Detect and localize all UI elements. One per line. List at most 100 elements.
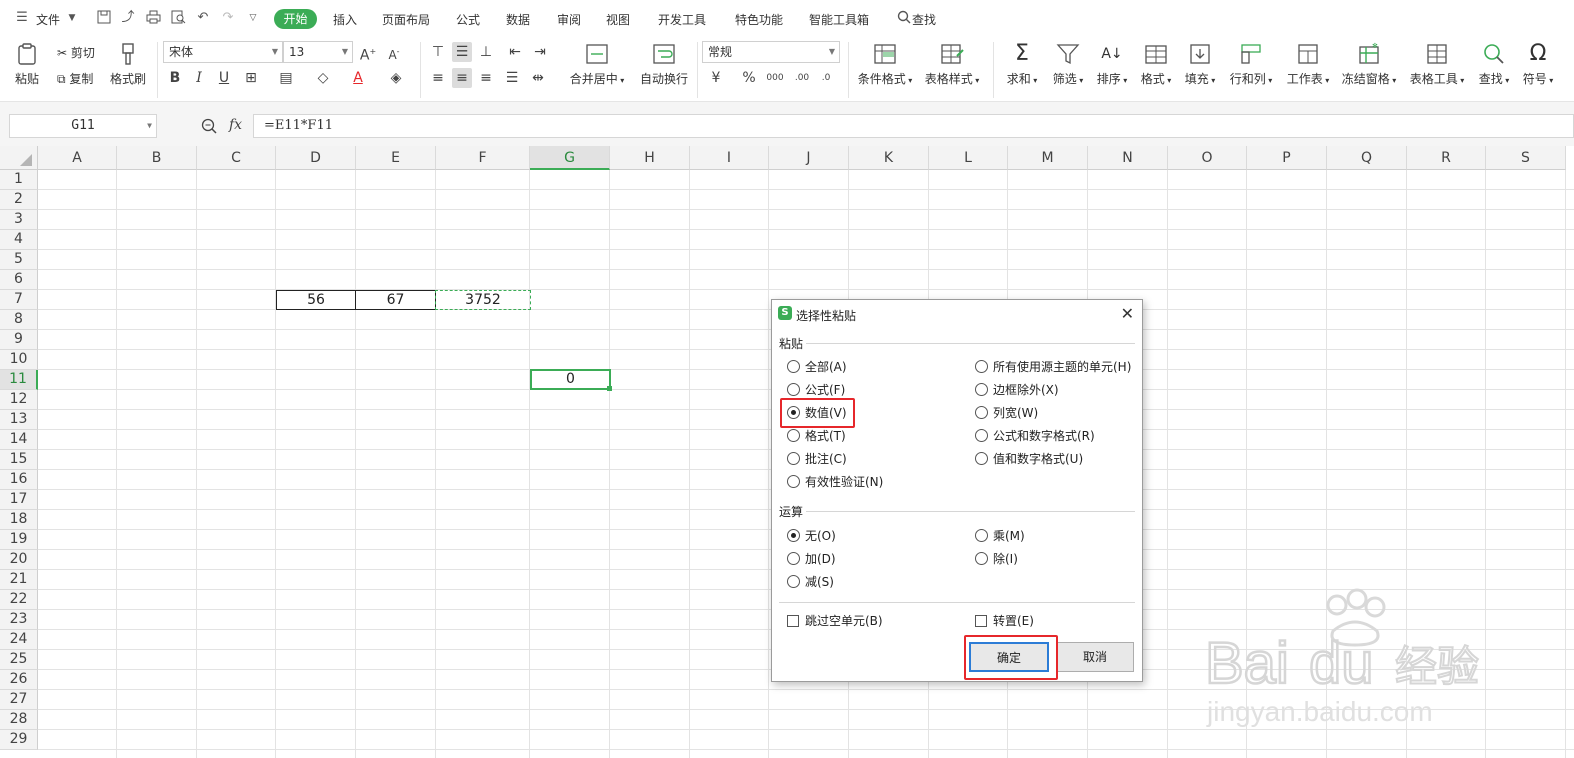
row-header-21[interactable]: 21 [0,570,38,590]
paste-button[interactable]: 粘贴 [10,42,44,87]
merge-center-button[interactable]: 合并居中 ▾ [566,42,628,87]
radio-op-add[interactable]: 加(D) [787,551,836,567]
decrease-font-icon[interactable]: A- [384,42,404,62]
export-icon[interactable]: ⤴ [120,10,136,26]
eraser-icon[interactable]: ◈ [386,68,406,88]
row-header-9[interactable]: 9 [0,330,38,350]
column-header-B[interactable]: B [117,146,197,170]
column-header-L[interactable]: L [929,146,1008,170]
column-header-E[interactable]: E [356,146,436,170]
menu-file[interactable]: 文件 [36,11,60,28]
justify-icon[interactable]: ☰ [502,68,522,88]
increase-decimal-icon[interactable]: .00 [792,68,812,88]
row-header-3[interactable]: 3 [0,210,38,230]
align-center-icon[interactable]: ≡ [452,68,472,88]
font-color-icon[interactable]: A [348,68,368,88]
row-header-13[interactable]: 13 [0,410,38,430]
radio-paste-comments[interactable]: 批注(C) [787,451,847,467]
radio-op-subtract[interactable]: 减(S) [787,574,834,590]
column-header-F[interactable]: F [436,146,530,170]
row-header-23[interactable]: 23 [0,610,38,630]
sort-button[interactable]: A↓ 排序 ▾ [1094,42,1130,87]
row-header-10[interactable]: 10 [0,350,38,370]
fill-handle[interactable] [607,386,612,391]
row-header-4[interactable]: 4 [0,230,38,250]
name-box[interactable]: G11 ▼ [9,114,157,138]
formula-input[interactable]: =E11*F11 [253,114,1574,138]
radio-op-multiply[interactable]: 乘(M) [975,528,1025,544]
fill-button[interactable]: 填充 ▾ [1182,42,1218,87]
percent-icon[interactable]: % [739,68,759,88]
tab-home[interactable]: 开始 [274,9,317,29]
row-header-8[interactable]: 8 [0,310,38,330]
radio-op-none[interactable]: 无(O) [787,528,836,544]
row-header-18[interactable]: 18 [0,510,38,530]
currency-icon[interactable]: ¥ [706,68,726,88]
column-header-R[interactable]: R [1407,146,1486,170]
radio-paste-values-number-formats[interactable]: 值和数字格式(U) [975,451,1083,467]
italic-icon[interactable]: I [189,68,209,88]
radio-paste-no-borders[interactable]: 边框除外(X) [975,382,1059,398]
fx-button[interactable]: fx [229,117,242,133]
border-icon[interactable]: ⊞ [241,68,261,88]
tab-developer[interactable]: 开发工具 [658,11,706,28]
row-header-5[interactable]: 5 [0,250,38,270]
tab-formulas[interactable]: 公式 [456,11,480,28]
align-top-icon[interactable]: ⊤ [428,42,448,62]
bold-icon[interactable]: B [165,68,185,88]
column-header-A[interactable]: A [38,146,117,170]
tab-special[interactable]: 特色功能 [735,11,783,28]
font-name-select[interactable]: 宋体 ▼ [163,41,283,63]
worksheet-button[interactable]: 工作表 ▾ [1284,42,1332,87]
row-header-25[interactable]: 25 [0,650,38,670]
undo-icon[interactable]: ↶ [195,10,211,26]
tab-smart-toolbox[interactable]: 智能工具箱 [809,11,869,28]
copy-button[interactable]: ⧉ 复制 [57,70,93,90]
row-header-14[interactable]: 14 [0,430,38,450]
tab-insert[interactable]: 插入 [333,11,357,28]
indent-increase-icon[interactable]: ⇥ [530,42,550,62]
row-header-15[interactable]: 15 [0,450,38,470]
cut-button[interactable]: ✂ 剪切 [57,44,95,64]
number-format-select[interactable]: 常规 ▼ [702,41,840,63]
cell-style-icon[interactable]: ▤ [276,68,296,88]
fill-color-icon[interactable]: ◇ [313,68,333,88]
table-style-button[interactable]: 表格样式 ▾ [922,42,982,87]
cell-D7[interactable]: 56 [276,290,356,310]
row-header-12[interactable]: 12 [0,390,38,410]
print-icon[interactable] [145,10,161,26]
row-header-17[interactable]: 17 [0,490,38,510]
row-col-button[interactable]: 行和列 ▾ [1228,42,1274,87]
row-header-19[interactable]: 19 [0,530,38,550]
column-header-Q[interactable]: Q [1327,146,1407,170]
table-tools-button[interactable]: 表格工具 ▾ [1408,42,1466,87]
print-preview-icon[interactable] [170,10,186,26]
row-header-7[interactable]: 7 [0,290,38,310]
cell-F7-copy-marquee[interactable]: 3752 [435,290,531,310]
checkbox-skip-blanks[interactable]: 跳过空单元(B) [787,613,883,629]
conditional-format-button[interactable]: 条件格式 ▾ [855,42,915,87]
search-icon[interactable] [896,10,912,26]
column-header-K[interactable]: K [849,146,929,170]
decrease-decimal-icon[interactable]: .0 [816,68,836,88]
row-header-28[interactable]: 28 [0,710,38,730]
radio-paste-formulas-number-formats[interactable]: 公式和数字格式(R) [975,428,1095,444]
column-header-N[interactable]: N [1088,146,1168,170]
tab-data[interactable]: 数据 [506,11,530,28]
freeze-button[interactable]: ✻ 冻结窗格 ▾ [1340,42,1398,87]
indent-decrease-icon[interactable]: ⇤ [505,42,525,62]
column-header-D[interactable]: D [276,146,356,170]
column-header-S[interactable]: S [1486,146,1566,170]
radio-paste-formats[interactable]: 格式(T) [787,428,846,444]
increase-font-icon[interactable]: A+ [358,42,378,64]
format-painter-button[interactable]: 格式刷 [108,42,148,87]
tab-view[interactable]: 视图 [606,11,630,28]
redo-icon[interactable]: ↷ [220,10,236,26]
column-header-C[interactable]: C [197,146,276,170]
radio-op-divide[interactable]: 除(I) [975,551,1018,567]
column-header-H[interactable]: H [610,146,690,170]
align-bottom-icon[interactable]: ⊥ [476,42,496,62]
tab-page-layout[interactable]: 页面布局 [382,11,430,28]
column-header-M[interactable]: M [1008,146,1088,170]
thousands-icon[interactable]: 000 [765,68,785,88]
